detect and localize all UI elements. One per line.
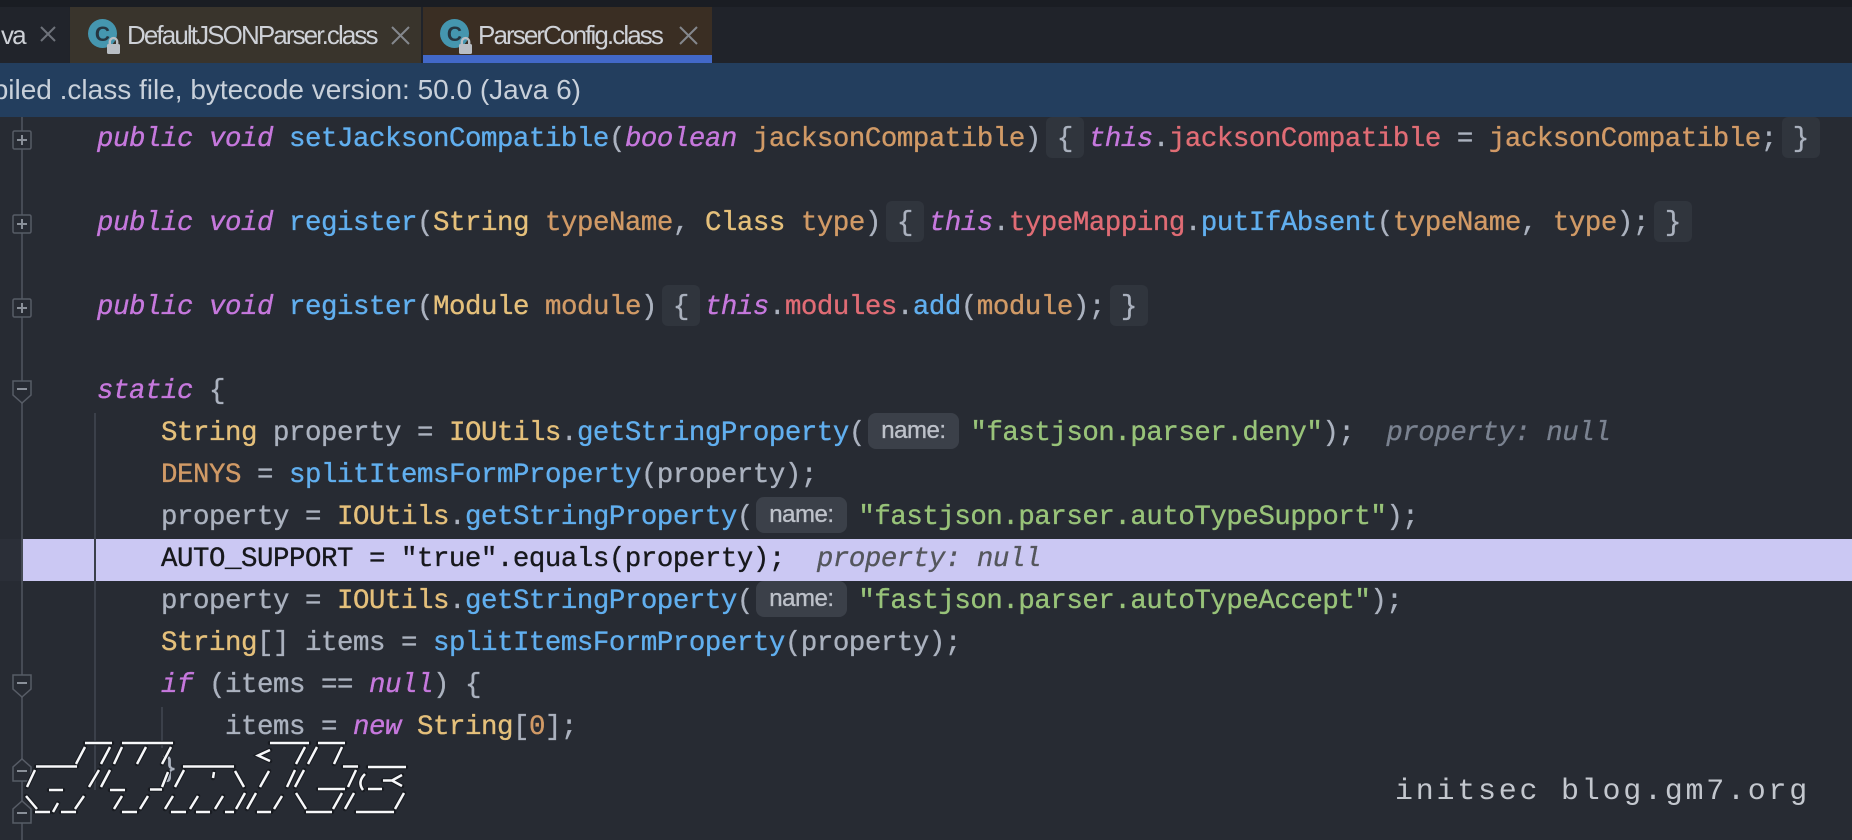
svg-text:C: C xyxy=(447,23,462,46)
svg-text:C: C xyxy=(95,23,110,46)
